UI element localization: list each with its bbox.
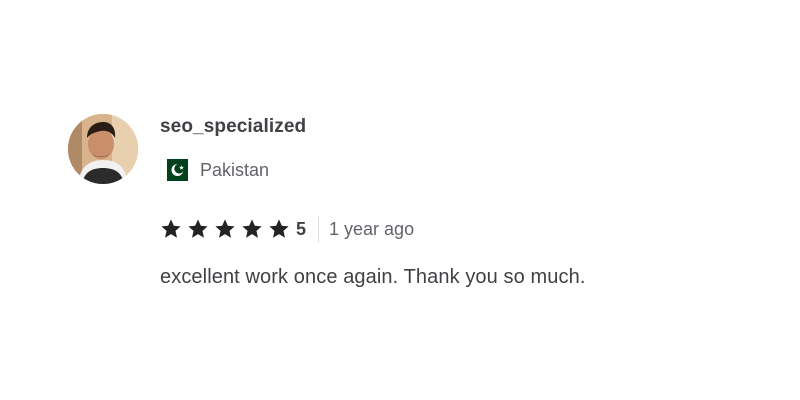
star-rating [160,218,292,240]
avatar-photo-icon [68,114,138,184]
reviewer-username[interactable]: seo_specialized [160,116,306,138]
rating-value: 5 [296,218,307,239]
rating-row: 5 1 year ago [160,216,414,242]
review-card: seo_specialized Pakistan 5 1 year ago ex… [68,114,768,314]
star-icon [268,218,290,240]
country-name: Pakistan [200,159,270,180]
star-icon [241,218,263,240]
review-text: excellent work once again. Thank you so … [160,266,586,288]
star-icon [160,218,182,240]
star-icon [214,218,236,240]
review-time-ago: 1 year ago [329,218,415,239]
pakistan-flag-icon [160,159,188,181]
rating-divider [318,216,320,242]
reviewer-country: Pakistan [160,158,269,182]
star-icon [187,218,209,240]
reviewer-avatar[interactable] [68,114,138,184]
